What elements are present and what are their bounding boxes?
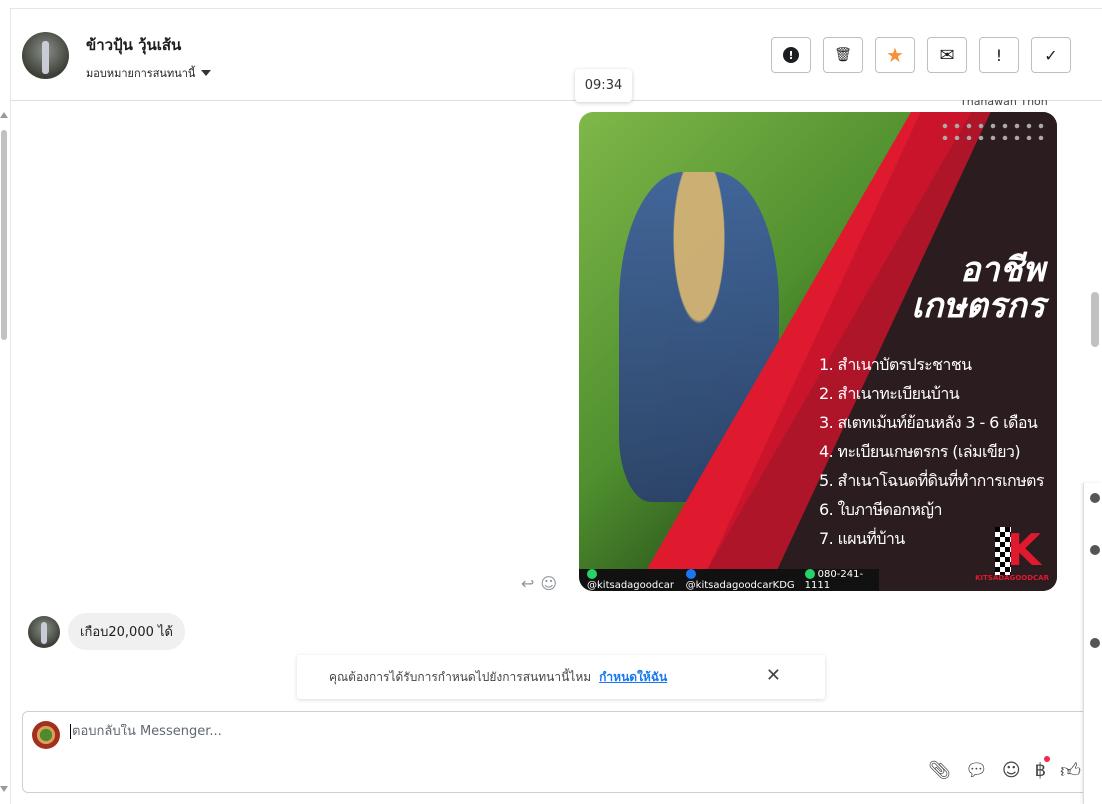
done-button[interactable]: ✓: [1031, 37, 1071, 73]
scrollbar-thumb[interactable]: [1, 130, 7, 340]
list-item: 3. สเตทเม้นท์ย้อนหลัง 3 - 6 เดือน: [819, 413, 1038, 432]
page-avatar: [32, 721, 60, 749]
contact-name[interactable]: ข้าวปุ้น วุ้นเส้น: [86, 33, 181, 57]
trash-icon: 🗑: [834, 47, 852, 63]
saved-reply-icon[interactable]: 💬︎: [965, 760, 988, 781]
emoji-react-icon[interactable]: ☺: [540, 574, 557, 593]
ad-requirements-list: 1. สำเนาบัตรประชาชน 2. สำเนาทะเบียนบ้าน …: [819, 350, 1044, 553]
avatar: [1090, 545, 1100, 555]
ad-dots: [939, 120, 1049, 140]
reply-input[interactable]: [70, 724, 870, 739]
contact-avatar[interactable]: [28, 615, 60, 648]
list-item: 7. แผนที่บ้าน: [819, 529, 905, 548]
assign-notice: คุณต้องการได้รับการกำหนดไปยังการสนทนานี้…: [297, 655, 825, 699]
ad-title: อาชีพ เกษตรกร: [911, 252, 1045, 324]
whatsapp-icon: [804, 569, 815, 579]
facebook-icon: [685, 569, 696, 579]
like-icon[interactable]: 👍︎: [1060, 758, 1081, 783]
assign-dropdown[interactable]: มอบหมายการสนทนานี้: [86, 64, 212, 82]
attachment-icon[interactable]: 📎︎: [928, 760, 951, 781]
mark-unread-button[interactable]: ✉: [927, 37, 967, 73]
line-contact: @kitsadagoodcar: [587, 569, 676, 591]
left-divider: [10, 8, 11, 804]
line-handle: @kitsadagoodcar: [587, 580, 674, 591]
payment-icon[interactable]: ฿: [1035, 756, 1051, 781]
line-icon: [587, 569, 597, 579]
notice-text: คุณต้องการได้รับการกำหนดไปยังการสนทนานี้…: [329, 669, 592, 684]
avatar: [1090, 638, 1100, 648]
notification-dot: [1044, 756, 1051, 762]
report-button[interactable]: !: [771, 37, 811, 73]
star-button[interactable]: ★: [875, 37, 915, 73]
reply-composer: 📎︎ 💬︎ ☺ ฿ 👍︎: [22, 711, 1102, 793]
caret-down-icon: [201, 70, 212, 76]
chat-scrollbar[interactable]: [0, 112, 8, 792]
scroll-up-icon[interactable]: [0, 112, 8, 118]
alert-circle-icon: !: [783, 47, 799, 63]
timestamp-tooltip: 09:34: [575, 69, 632, 102]
star-icon: ★: [886, 43, 904, 67]
message-bubble: เกือบ20,000 ได้: [68, 613, 185, 650]
envelope-icon: ✉: [939, 44, 955, 66]
phone-contact: 080-241-1111: [804, 569, 879, 591]
list-item: 2. สำเนาทะเบียนบ้าน: [819, 384, 960, 403]
list-item: 4. ทะเบียนเกษตรกร (เล่มเขียว): [819, 442, 1021, 461]
assign-to-me-link[interactable]: กำหนดให้ฉัน: [599, 668, 667, 687]
brand-name: KITSADAGOODCAR: [975, 574, 1049, 582]
side-panel: [1083, 483, 1102, 804]
list-item: 5. สำเนาโฉนดที่ดินที่ทำการเกษตร: [819, 471, 1044, 490]
message-image[interactable]: อาชีพ เกษตรกร K KITSADAGOODCAR 1. สำเนาบั…: [579, 112, 1057, 591]
contact-avatar[interactable]: [22, 32, 69, 79]
list-item: 6. ใบภาษีดอกหญ้า: [819, 500, 942, 519]
check-icon: ✓: [1044, 45, 1058, 65]
delete-button[interactable]: 🗑: [823, 37, 863, 73]
exclamation-icon: !: [995, 45, 1003, 65]
reply-icon[interactable]: ↩: [521, 574, 534, 593]
scroll-down-icon[interactable]: [0, 786, 8, 792]
facebook-contact: @kitsadagoodcarKDG: [685, 569, 795, 591]
incoming-message-row: เกือบ20,000 ได้: [28, 613, 185, 650]
priority-button[interactable]: !: [979, 37, 1019, 73]
ad-contact-bar: @kitsadagoodcar @kitsadagoodcarKDG 080-2…: [579, 569, 879, 591]
list-item: 1. สำเนาบัตรประชาชน: [819, 355, 972, 374]
facebook-handle: @kitsadagoodcarKDG: [685, 580, 795, 591]
ad-title-line: เกษตรกร: [911, 286, 1045, 326]
image-scrollbar[interactable]: [1090, 112, 1100, 362]
emoji-icon[interactable]: ☺: [1002, 760, 1021, 781]
close-icon[interactable]: ✕: [766, 665, 781, 686]
assign-label: มอบหมายการสนทนานี้: [86, 67, 196, 80]
conversation-header: ข้าวปุ้น วุ้นเส้น มอบหมายการสนทนานี้ ! 🗑…: [11, 9, 1102, 101]
avatar: [1090, 493, 1100, 503]
scrollbar-thumb[interactable]: [1091, 292, 1099, 347]
ad-title-line: อาชีพ: [960, 250, 1045, 290]
